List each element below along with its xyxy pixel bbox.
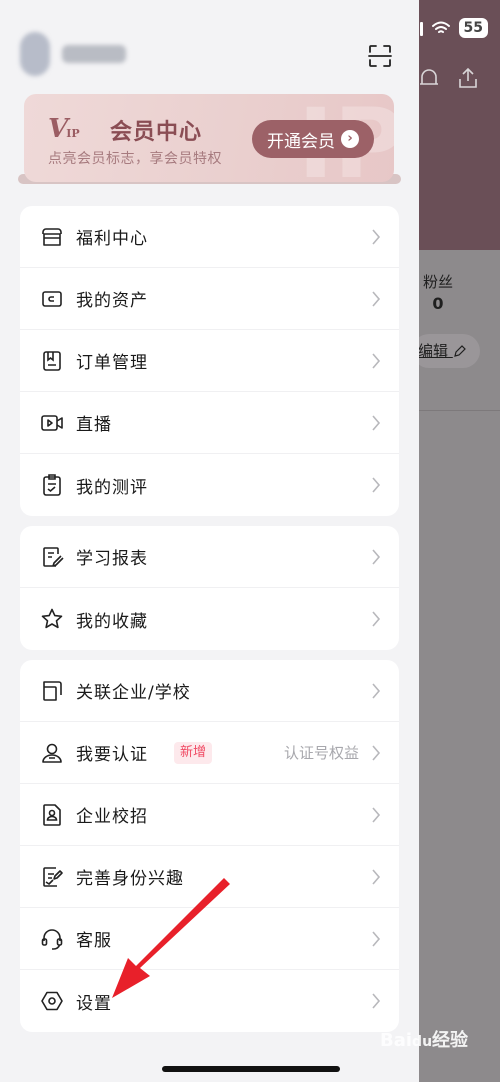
id-card-icon [43,803,61,826]
user-verify-icon [42,743,62,763]
new-badge: 新增 [174,741,213,764]
chevron-right-icon [372,290,381,307]
menu-item-order-management[interactable]: 订单管理 [20,330,399,392]
baidu-watermark: Baidu经验 [380,1030,469,1051]
menu-item-complete-identity[interactable]: 完善身份兴趣 [20,846,399,908]
menu-item-link-organization[interactable]: 关联企业/学校 [20,660,399,722]
chevron-right-icon [372,868,381,885]
battery-indicator: 55 [458,18,488,38]
menu-item-label: 我的测评 [76,477,148,498]
clipboard-check-icon [43,474,61,496]
menu-item-label: 设置 [76,993,112,1014]
open-vip-label: 开通会员 [267,131,335,152]
menu-item-label: 完善身份兴趣 [76,869,184,889]
chevron-right-icon [372,352,381,369]
menu-group-1: 福利中心 我的资产 订单管理 直播 我的测评 [20,206,399,516]
menu-item-study-report[interactable]: 学习报表 [20,526,399,588]
menu-item-label: 学习报表 [76,549,148,569]
share-icon [456,66,480,95]
side-drawer: IP VIP 会员中心 点亮会员标志，享会员特权 开通会员 › 福利中心 我的资… [0,0,419,1082]
menu-item-label: 客服 [76,931,112,951]
star-icon [41,608,63,629]
wallet-icon [42,290,62,307]
vip-title: 会员中心 [110,120,203,145]
chevron-right-icon [372,611,381,627]
vip-center-banner[interactable]: IP VIP 会员中心 点亮会员标志，享会员特权 开通会员 › [24,94,394,182]
profile-edit-icon [43,866,63,887]
headset-icon [41,928,63,950]
verification-benefits-text: 认证号权益 [283,744,359,762]
fans-label: 粉丝 [422,273,453,291]
user-profile[interactable] [20,32,126,76]
chevron-right-icon [372,930,381,947]
chevron-right-icon [372,806,381,823]
pencil-icon [453,345,466,357]
edit-profile-button: 编辑 [412,334,480,368]
menu-item-label: 直播 [76,415,112,435]
menu-item-label: 企业校招 [76,807,148,827]
home-indicator[interactable] [162,1066,340,1072]
fans-count: 0 [432,294,444,313]
edit-label: 编辑 [418,342,449,360]
scan-icon[interactable] [366,42,394,70]
avatar[interactable] [20,32,50,76]
menu-item-campus-recruitment[interactable]: 企业校招 [20,784,399,846]
wifi-icon [431,21,450,33]
vip-subtitle: 点亮会员标志，享会员特权 [48,151,222,167]
menu-group-3: 关联企业/学校 我要认证 新增 认证号权益 企业校招 完善身份兴趣 客服 设置 [20,660,399,1032]
vip-logo-icon: VIP [48,114,80,144]
menu-item-label: 福利中心 [76,229,148,249]
menu-item-settings[interactable]: 设置 [20,970,399,1032]
settings-hexagon-icon [41,991,63,1011]
link-org-icon [43,680,62,701]
menu-item-label: 订单管理 [76,353,148,373]
menu-item-my-assets[interactable]: 我的资产 [20,268,399,330]
menu-item-customer-service[interactable]: 客服 [20,908,399,970]
menu-item-label: 关联企业/学校 [76,683,191,703]
menu-item-label: 我的收藏 [76,611,148,632]
bell-icon [418,66,440,95]
chevron-right-circle-icon: › [341,130,359,148]
username[interactable] [62,45,126,63]
menu-item-my-assessment[interactable]: 我的测评 [20,454,399,516]
chevron-right-icon [372,414,381,431]
live-video-icon [41,414,63,431]
chevron-right-icon [372,477,381,493]
menu-item-welfare-center[interactable]: 福利中心 [20,206,399,268]
report-icon [43,546,64,567]
open-vip-button[interactable]: 开通会员 › [252,120,374,158]
menu-item-live[interactable]: 直播 [20,392,399,454]
menu-item-label: 我要认证 [76,745,148,765]
menu-item-label: 我的资产 [76,291,148,311]
chevron-right-icon [372,682,381,699]
menu-item-verification[interactable]: 我要认证 新增 认证号权益 [20,722,399,784]
menu-group-2: 学习报表 我的收藏 [20,526,399,650]
chevron-right-icon [372,993,381,1009]
chevron-right-icon [372,744,381,761]
order-icon [43,350,61,371]
fans-stat: 粉丝 0 [418,272,458,314]
menu-item-my-favorites[interactable]: 我的收藏 [20,588,399,650]
chevron-right-icon [372,548,381,565]
gift-box-icon [42,227,62,246]
chevron-right-icon [372,228,381,245]
